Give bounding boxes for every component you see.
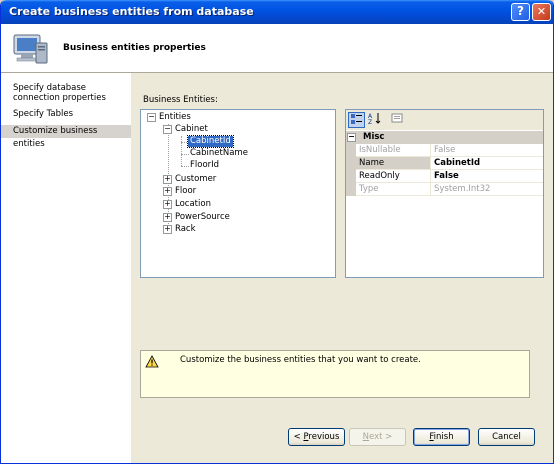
- collapse-icon[interactable]: −: [163, 125, 172, 134]
- property-grid[interactable]: AZ − Misc IsNullable False Name CabinetI…: [345, 109, 544, 278]
- svg-text:Z: Z: [368, 119, 372, 124]
- finish-button[interactable]: Finish: [413, 428, 470, 446]
- property-name: ReadOnly: [356, 170, 431, 182]
- property-value[interactable]: False: [432, 170, 542, 182]
- property-row-type[interactable]: Type System.Int32: [346, 183, 543, 196]
- property-row-readonly[interactable]: ReadOnly False: [346, 170, 543, 183]
- sidebar-item-connection[interactable]: Specify database connection properties: [1, 83, 131, 103]
- window-title: Create business entities from database: [9, 5, 254, 18]
- tree-node-powersource[interactable]: PowerSource: [175, 212, 230, 223]
- wizard-steps-sidebar: Specify database connection properties S…: [1, 73, 131, 463]
- tree-node-location[interactable]: Location: [175, 199, 211, 210]
- tree-node-rack[interactable]: Rack: [175, 224, 196, 235]
- tree-node-customer[interactable]: Customer: [175, 174, 216, 185]
- sort-alphabetical-icon[interactable]: AZ: [366, 112, 383, 128]
- info-message-panel: Customize the business entities that you…: [140, 350, 530, 398]
- expand-icon[interactable]: +: [163, 175, 172, 184]
- property-value: False: [434, 145, 456, 155]
- info-message-text: Customize the business entities that you…: [180, 355, 421, 365]
- categorized-icon[interactable]: [348, 112, 365, 128]
- tree-node-cabinetname[interactable]: CabinetName: [190, 148, 248, 159]
- property-category-misc[interactable]: − Misc: [346, 131, 543, 144]
- tree-node-floorid[interactable]: FloorId: [190, 160, 219, 171]
- computer-icon: [13, 34, 48, 64]
- title-bar[interactable]: Create business entities from database ?…: [1, 0, 553, 24]
- help-button[interactable]: ?: [511, 3, 530, 21]
- expand-icon[interactable]: +: [163, 200, 172, 209]
- dialog-window: Create business entities from database ?…: [0, 0, 554, 464]
- property-value: System.Int32: [434, 184, 491, 194]
- entities-tree[interactable]: − Entities − Cabinet CabinetId CabinetNa…: [140, 109, 336, 278]
- close-button[interactable]: ✕: [532, 3, 551, 21]
- next-button[interactable]: Next >: [349, 428, 406, 446]
- property-name: Type: [356, 183, 431, 195]
- collapse-icon[interactable]: −: [147, 113, 156, 122]
- tree-node-floor[interactable]: Floor: [175, 186, 196, 197]
- sidebar-item-label: Specify database: [13, 83, 87, 93]
- expand-icon[interactable]: +: [163, 187, 172, 196]
- sidebar-item-customize[interactable]: Customize business entities: [1, 125, 131, 149]
- category-label: Misc: [363, 132, 385, 142]
- cancel-button[interactable]: Cancel: [478, 428, 535, 446]
- warning-icon: [145, 355, 159, 368]
- property-name: IsNullable: [356, 144, 431, 156]
- sidebar-item-tables[interactable]: Specify Tables: [1, 109, 131, 119]
- expand-icon[interactable]: +: [163, 225, 172, 234]
- property-row-name[interactable]: Name CabinetId: [346, 157, 543, 170]
- collapse-icon[interactable]: −: [347, 133, 356, 142]
- property-row-isnullable[interactable]: IsNullable False: [346, 144, 543, 157]
- property-pages-icon[interactable]: [388, 112, 405, 128]
- tree-node-cabinet[interactable]: Cabinet: [175, 124, 208, 135]
- wizard-header: Business entities properties: [1, 24, 553, 73]
- previous-button[interactable]: < Previous: [288, 428, 345, 446]
- expand-icon[interactable]: +: [163, 213, 172, 222]
- property-grid-toolbar: AZ: [346, 110, 543, 130]
- tree-node-cabinetid[interactable]: CabinetId: [187, 135, 234, 148]
- property-name: Name: [356, 157, 431, 169]
- property-value[interactable]: CabinetId: [432, 157, 542, 169]
- tree-node-entities[interactable]: Entities: [159, 112, 191, 123]
- main-content: Business Entities: − Entities − Cabinet …: [131, 73, 553, 463]
- sidebar-item-label: connection properties: [13, 93, 106, 103]
- page-title: Business entities properties: [63, 43, 206, 53]
- entities-label: Business Entities:: [143, 95, 218, 105]
